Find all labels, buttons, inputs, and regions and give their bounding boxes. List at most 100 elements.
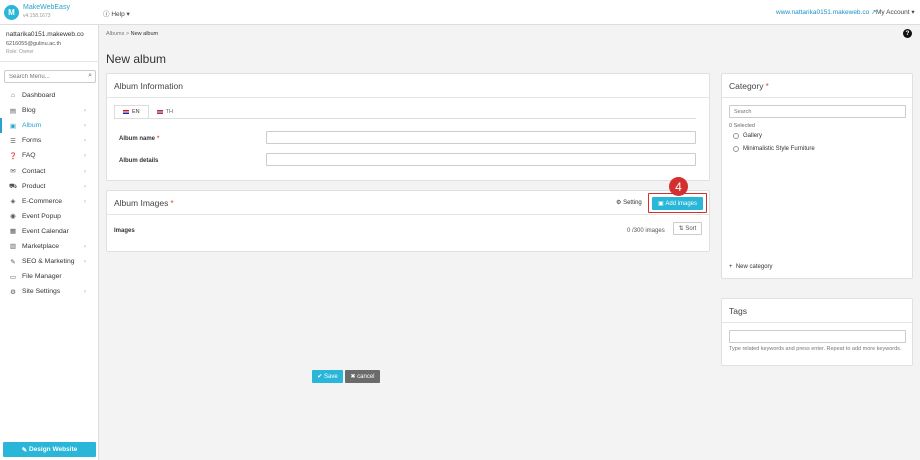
site-url-link[interactable]: www.nattarika0151.makeweb.co ↗ [776,8,876,16]
image-icon: ▣ [9,122,17,130]
logo-mark-icon: M [4,4,19,20]
category-option-furniture[interactable]: Minimalistic Style Furniture [733,146,815,152]
sidebar-item-forms[interactable]: ☰ Forms › [0,133,99,148]
tags-input[interactable] [729,330,906,343]
new-category-label: New category [735,264,773,270]
sidebar-item-album[interactable]: ▣ Album › [0,118,99,134]
chevron-right-icon: › [83,107,86,115]
album-name-input[interactable] [266,131,696,144]
sidebar-item-label: Album [22,122,42,130]
chevron-right-icon: › [83,288,86,296]
images-label: Images [114,228,135,234]
seo-icon: ✎ [10,258,16,266]
top-bar: M MakeWebEasy v4.158.1673 ⓘ Help ▾ www.n… [0,0,920,25]
sidebar-item-event-calendar[interactable]: ▦ Event Calendar [0,224,99,239]
sort-label: Sort [685,225,697,232]
sidebar-item-dashboard[interactable]: ⌂ Dashboard [0,88,99,103]
chevron-right-icon: › [83,182,86,190]
chevron-right-icon: › [83,167,86,175]
step-badge: 4 [669,177,688,196]
account-label: My Account [876,9,910,16]
question-icon[interactable]: ? [903,29,912,38]
tags-panel: Tags Type related keywords and press ent… [721,298,913,366]
plus-icon: + [729,264,735,270]
help-label: Help [111,11,125,18]
tab-en-label: EN [132,109,140,115]
form-icon: ☰ [10,137,16,145]
sidebar-search: ⌕ [4,70,96,83]
sidebar-search-input[interactable] [5,71,83,82]
chevron-right-icon: › [83,242,86,250]
album-information-title: Album Information [107,74,709,98]
sidebar-item-contact[interactable]: ✉ Contact › [0,163,99,178]
breadcrumb: Albums > New album [106,31,158,37]
chevron-right-icon: › [83,197,86,205]
faq-icon: ❓ [9,152,18,160]
radio-icon [733,146,739,152]
save-button[interactable]: ✔ Save [312,370,343,383]
marketplace-icon: ▥ [9,243,17,251]
setting-button[interactable]: ⚙ Setting [616,199,642,206]
app-version: v4.158.1673 [23,13,51,19]
sidebar-item-event-popup[interactable]: ◉ Event Popup [0,209,99,224]
document-icon: ▤ [9,107,17,115]
sidebar-item-product[interactable]: ⛟ Product › [0,179,99,194]
check-icon: ✔ [317,374,324,380]
sidebar-item-blog[interactable]: ▤ Blog › [0,103,99,118]
setting-label: Setting [623,200,642,206]
chevron-right-icon: › [83,122,86,130]
popup-icon: ◉ [10,213,16,221]
close-icon: ✖ [350,374,358,380]
sidebar-item-label: Product [22,182,46,190]
envelope-icon: ✉ [10,168,16,176]
design-website-button[interactable]: ✎ Design Website [3,442,96,457]
album-details-input[interactable] [266,153,696,166]
sidebar-menu: ⌂ Dashboard ▤ Blog › ▣ Album › ☰ Forms › ❓ FAQ › ✉ Cont… [0,88,99,299]
sidebar-item-marketplace[interactable]: ▥ Marketplace › [0,239,99,254]
sidebar-item-label: Dashboard [22,92,56,100]
sidebar-item-site-settings[interactable]: ⚙ Site Settings › [0,284,99,299]
site-url-text: www.nattarika0151.makeweb.co [776,9,870,16]
category-option-gallery[interactable]: Gallery [733,133,762,139]
breadcrumb-albums[interactable]: Albums [106,31,124,37]
sidebar-item-label: Blog [22,107,36,115]
sidebar-item-label: FAQ [22,152,36,160]
new-category-button[interactable]: + New category [729,264,773,270]
required-marker: * [157,136,160,142]
save-label: Save [324,373,338,380]
cart-icon: ⛟ [9,182,18,190]
sidebar-item-e-commerce[interactable]: ◈ E-Commerce › [0,194,99,209]
chevron-down-icon: ▾ [126,11,130,18]
chevron-down-icon: ▾ [911,9,915,16]
account-menu[interactable]: My Account ▾ [876,8,915,16]
search-icon[interactable]: ⌕ [88,72,92,80]
folder-icon: ▭ [9,273,17,281]
category-search [729,105,906,118]
sidebar-item-seo-marketing[interactable]: ✎ SEO & Marketing › [0,254,99,269]
album-name-label: Album name * [119,136,160,142]
app-logo[interactable]: M MakeWebEasy v4.158.1673 [4,4,70,20]
user-email: 6216055@gulinu.ac.th [6,41,62,47]
required-marker: * [170,197,174,208]
sort-button[interactable]: ⇅ Sort [673,222,702,235]
sidebar-item-faq[interactable]: ❓ FAQ › [0,148,99,163]
sidebar-item-label: Marketplace [22,242,60,250]
pencil-icon: ✎ [21,446,29,454]
cancel-label: cancel [357,373,375,380]
category-search-input[interactable] [730,106,900,117]
sidebar-divider [0,61,99,62]
sidebar-item-label: SEO & Marketing [22,258,75,266]
album-details-label: Album details [119,158,159,164]
tab-en[interactable]: EN [114,105,149,119]
cancel-button[interactable]: ✖ cancel [345,370,380,383]
sidebar-item-file-manager[interactable]: ▭ File Manager [0,269,99,284]
sidebar: nattarika0151.makeweb.co 6216055@gulinu.… [0,25,99,460]
tutorial-highlight [648,193,707,213]
tab-th-label: TH [165,109,173,115]
tab-th[interactable]: TH [149,105,181,119]
help-menu[interactable]: ⓘ Help ▾ [103,8,130,18]
help-circle-icon: ⓘ [103,11,110,18]
home-icon: ⌂ [11,92,15,100]
album-images-title: Album Images [114,197,169,208]
calendar-icon: ▦ [9,228,17,236]
